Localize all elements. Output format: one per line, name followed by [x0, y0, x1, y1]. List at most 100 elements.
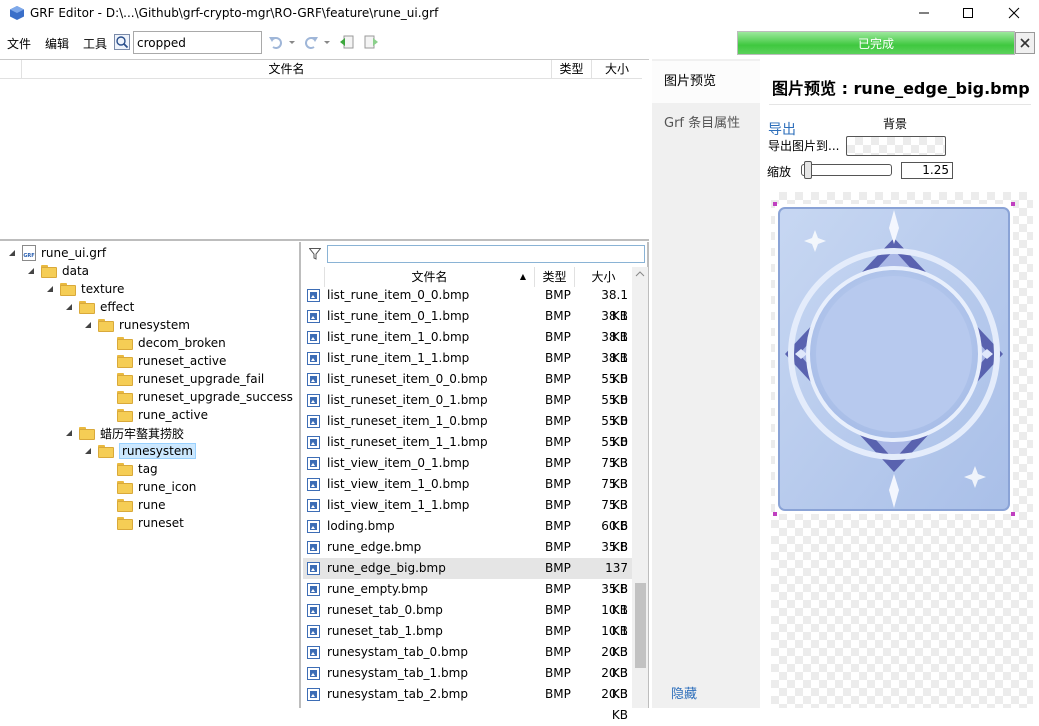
zoom-input[interactable]: 1.25	[901, 162, 953, 179]
expanded-arrow-icon[interactable]	[63, 427, 75, 439]
tree-node-label: decom_broken	[138, 336, 226, 350]
redo-dropdown-icon[interactable]	[323, 34, 331, 50]
tree-node[interactable]: runesystem	[82, 316, 190, 334]
file-row[interactable]: rune_empty.bmp BMP 35.8 KB	[303, 579, 633, 617]
file-row[interactable]: runesystam_tab_1.bmp BMP 20.3 KB	[303, 663, 633, 701]
leaf-spacer	[101, 337, 113, 349]
scroll-up-icon[interactable]	[635, 270, 645, 278]
minimize-icon	[919, 12, 929, 14]
file-row[interactable]: list_rune_item_0_0.bmp BMP 38.1 KB	[303, 285, 633, 323]
tab-grf-entry-properties[interactable]: Grf 条目属性	[652, 103, 760, 145]
forward-icon[interactable]	[363, 34, 379, 50]
preview-pane: 图片预览 : rune_edge_big.bmp 导出 背景 导出图片到... …	[761, 59, 1039, 708]
divider	[769, 104, 1031, 105]
file-row[interactable]: loding.bmp BMP 60.6 KB	[303, 516, 633, 554]
back-icon[interactable]	[339, 34, 355, 50]
file-row[interactable]: list_runeset_item_0_0.bmp BMP 55.0 KB	[303, 369, 633, 407]
tab-image-preview[interactable]: 图片预览	[652, 61, 760, 103]
preview-title: 图片预览 : rune_edge_big.bmp	[772, 79, 1030, 98]
file-row[interactable]: list_view_item_1_0.bmp BMP 75.3 KB	[303, 474, 633, 512]
search-results-list[interactable]: 文件名 类型 大小	[0, 59, 649, 241]
file-row[interactable]: rune_edge.bmpBMP35.8 KB	[303, 537, 633, 575]
tree-node[interactable]: data	[25, 262, 89, 280]
expanded-arrow-icon[interactable]	[82, 319, 94, 331]
selection-handle	[773, 512, 777, 516]
file-row[interactable]: runeset_tab_0.bmp BMP 10.1 KB	[303, 600, 633, 638]
file-row[interactable]: list_runeset_item_0_1.bmp BMP 55.0 KB	[303, 390, 633, 428]
file-header-size[interactable]: 大小	[575, 267, 632, 287]
expanded-arrow-icon[interactable]	[25, 265, 37, 277]
tree-node[interactable]: runeset_upgrade_success	[101, 388, 293, 406]
tree-node[interactable]: runeset_active	[101, 352, 226, 370]
expanded-arrow-icon[interactable]	[6, 247, 18, 259]
tree-node[interactable]: rune	[101, 496, 166, 514]
file-row[interactable]: list_view_item_0_1.bmp BMP 75.3 KB	[303, 453, 633, 491]
search-input[interactable]	[133, 31, 262, 54]
tree-node[interactable]: rune_icon	[101, 478, 196, 496]
file-row[interactable]: runeset_tab_1.bmp BMP 10.1 KB	[303, 621, 633, 659]
file-row[interactable]: list_rune_item_1_1.bmp BMP 38.1 KB	[303, 348, 633, 386]
tree-node[interactable]: 蜡历牢螯萁捞胶	[63, 424, 184, 442]
tree-node[interactable]: rune_active	[101, 406, 208, 424]
zoom-slider-thumb[interactable]	[804, 161, 812, 179]
bmp-file-icon	[307, 352, 320, 365]
file-row[interactable]: runesystam_tab_2.bmp BMP 20.3 KB	[303, 684, 633, 722]
file-header-icon	[303, 267, 325, 287]
menu-tools[interactable]: 工具	[83, 35, 107, 52]
close-window-button[interactable]	[991, 0, 1037, 26]
minimize-button[interactable]	[901, 0, 947, 26]
tree-node[interactable]: tag	[101, 460, 158, 478]
file-name: runeset_tab_1.bmp	[327, 624, 443, 638]
file-row[interactable]: rune_edge_big.bmp BMP 137 KB	[303, 558, 633, 596]
column-header-size[interactable]: 大小	[592, 60, 642, 79]
selection-handle	[1011, 512, 1015, 516]
file-row[interactable]: runesystam_tab_0.bmp BMP 20.3 KB	[303, 642, 633, 680]
column-header-filename[interactable]: 文件名	[22, 60, 552, 79]
undo-icon[interactable]	[268, 34, 284, 50]
column-header-type[interactable]: 类型	[552, 60, 592, 79]
zoom-slider[interactable]	[801, 164, 892, 176]
background-color-picker[interactable]	[846, 136, 946, 156]
file-name: rune_edge_big.bmp	[327, 561, 446, 575]
export-image-to-label[interactable]: 导出图片到...	[768, 137, 839, 154]
tree-node[interactable]: GRF rune_ui.grf	[6, 244, 106, 262]
file-row[interactable]: list_runeset_item_1_1.bmp BMP 55.0 KB	[303, 432, 633, 470]
file-row[interactable]: list_view_item_1_1.bmp BMP 75.3 KB	[303, 495, 633, 533]
file-type: BMP	[545, 309, 571, 323]
folder-icon	[117, 516, 133, 530]
bmp-file-icon	[307, 646, 320, 659]
menu-file[interactable]: 文件	[7, 35, 31, 52]
file-list-scrollbar[interactable]	[632, 267, 648, 708]
export-link[interactable]: 导出	[768, 119, 796, 139]
progress-close-button[interactable]	[1015, 32, 1035, 54]
expanded-arrow-icon[interactable]	[63, 301, 75, 313]
zoom-label: 缩放	[767, 165, 792, 179]
filter-input[interactable]	[327, 245, 645, 263]
folder-icon	[79, 300, 95, 314]
file-row[interactable]: list_runeset_item_1_0.bmp BMP 55.0 KB	[303, 411, 633, 449]
file-header-type[interactable]: 类型	[535, 267, 575, 287]
tree-node[interactable]: runeset_upgrade_fail	[101, 370, 264, 388]
tree-node-label: tag	[138, 462, 158, 476]
redo-icon[interactable]	[303, 34, 319, 50]
image-preview-area	[771, 192, 1033, 708]
file-header-name[interactable]: 文件名 ▲	[325, 267, 535, 287]
file-row[interactable]: list_rune_item_1_0.bmp BMP 38.1 KB	[303, 327, 633, 365]
tree-node[interactable]: decom_broken	[101, 334, 226, 352]
expanded-arrow-icon[interactable]	[44, 283, 56, 295]
hide-link[interactable]: 隐藏	[671, 683, 697, 702]
expanded-arrow-icon[interactable]	[82, 445, 94, 457]
undo-dropdown-icon[interactable]	[288, 34, 296, 50]
search-icon[interactable]	[114, 34, 130, 50]
maximize-button[interactable]	[945, 0, 991, 26]
file-name: loding.bmp	[327, 519, 395, 533]
file-type: BMP	[545, 645, 571, 659]
tree-node[interactable]: runeset	[101, 514, 184, 532]
tree-node[interactable]: texture	[44, 280, 124, 298]
scroll-thumb[interactable]	[635, 583, 646, 668]
menu-edit[interactable]: 编辑	[45, 35, 69, 52]
file-row[interactable]: list_rune_item_0_1.bmp BMP 38.1 KB	[303, 306, 633, 344]
tree-node[interactable]: effect	[63, 298, 134, 316]
tree-node-label: rune	[138, 498, 166, 512]
tree-node[interactable]: runesystem	[82, 442, 196, 460]
